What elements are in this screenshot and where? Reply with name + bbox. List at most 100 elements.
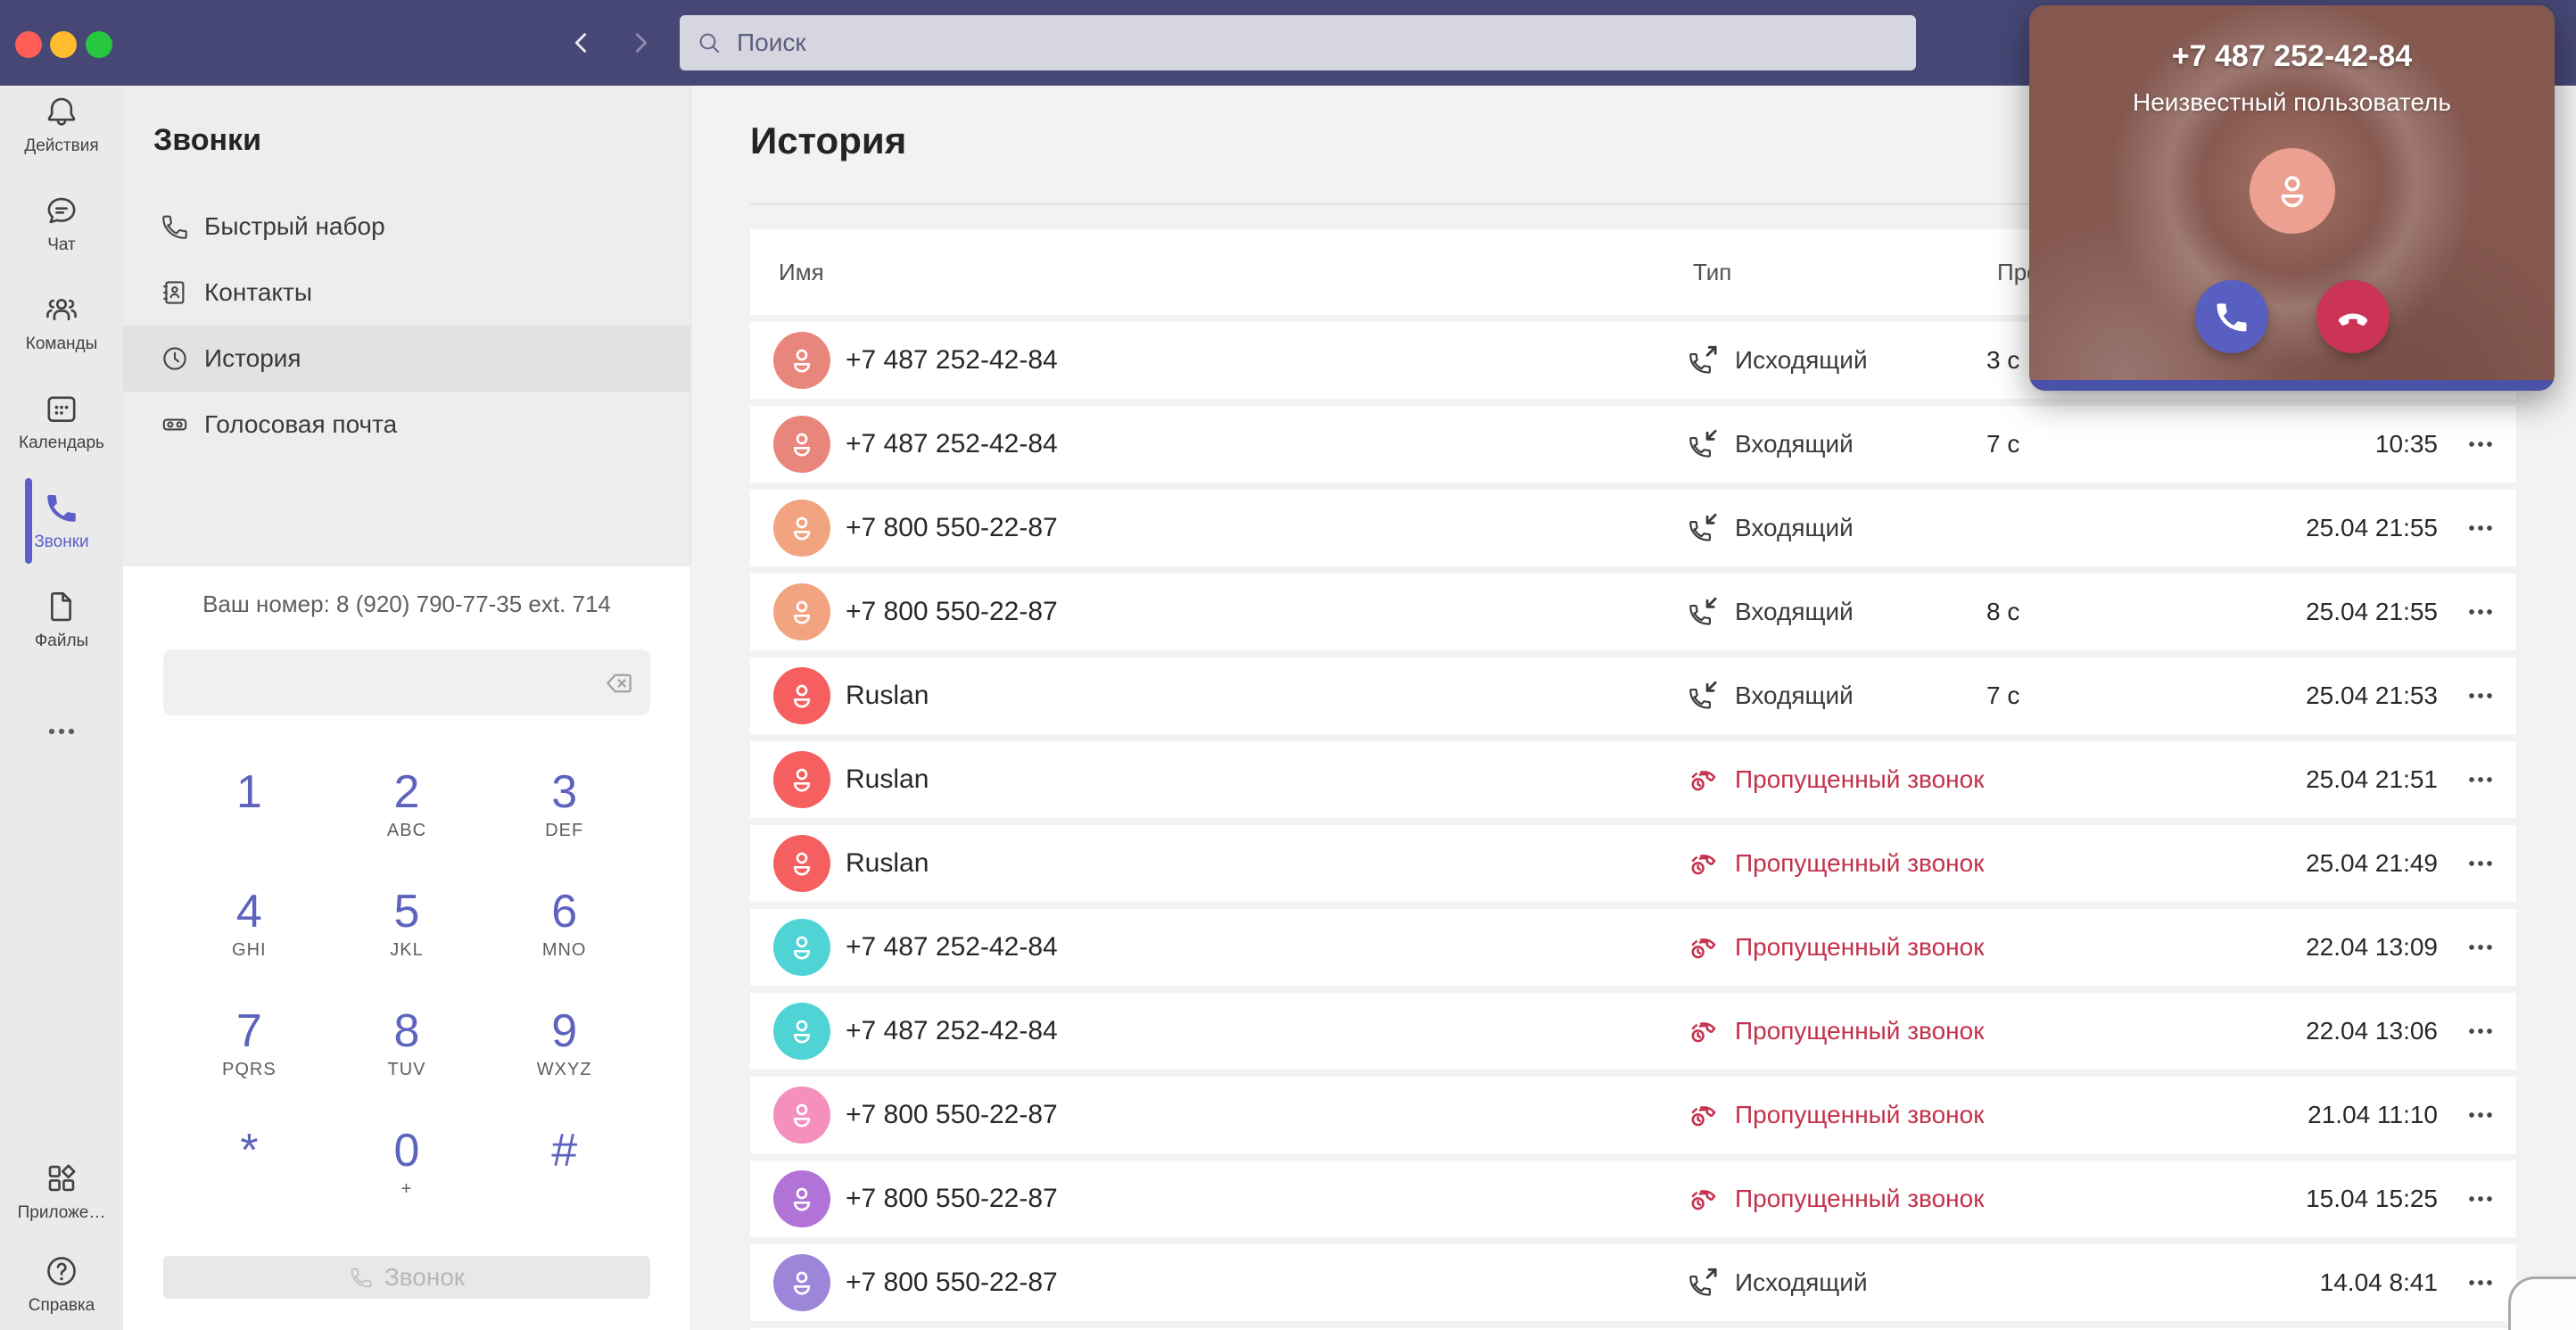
help-icon xyxy=(43,1252,80,1290)
row-name: Ruslan xyxy=(846,848,929,878)
sidebar-item-apps[interactable]: Приложе… xyxy=(0,1144,123,1237)
person-icon xyxy=(784,594,820,630)
history-row[interactable]: +7 800 550-22-87 Исходящий 14.04 8:41 xyxy=(750,1244,2516,1321)
search-input[interactable] xyxy=(735,28,1900,58)
incoming-call-number: +7 487 252-42-84 xyxy=(2171,39,2413,73)
history-row[interactable]: +7 800 550-22-87 Входящий 25.04 21:55 xyxy=(750,490,2516,566)
dial-number-field[interactable] xyxy=(163,649,650,717)
chat-icon xyxy=(43,192,80,229)
person-icon xyxy=(784,1265,820,1301)
dialpad-key-letters: DEF xyxy=(545,821,584,841)
dialpad-key-*[interactable]: * xyxy=(170,1125,328,1245)
search-bar[interactable] xyxy=(680,15,1916,70)
row-menu-button[interactable] xyxy=(2452,508,2509,548)
window-minimize-button[interactable] xyxy=(50,31,77,58)
dialpad-key-8[interactable]: 8 TUV xyxy=(328,1005,486,1126)
row-menu-button[interactable] xyxy=(2452,425,2509,464)
row-menu-button[interactable] xyxy=(2452,760,2509,799)
row-name: +7 800 550-22-87 xyxy=(846,1184,1058,1213)
history-row[interactable]: +7 800 550-22-87 Пропущенный звонок 15.04 … xyxy=(750,1161,2516,1237)
dialpad-key-7[interactable]: 7 PQRS xyxy=(170,1005,328,1126)
more-apps-button[interactable] xyxy=(0,705,123,758)
dialpad-key-letters: GHI xyxy=(232,940,267,961)
window-zoom-button[interactable] xyxy=(86,31,112,58)
accept-call-button[interactable] xyxy=(2194,280,2268,353)
row-call-type-label: Входящий xyxy=(1735,430,1854,458)
dialpad-key-letters: JKL xyxy=(390,940,424,961)
row-call-type-label: Входящий xyxy=(1735,514,1854,541)
dialpad-key-#[interactable]: # xyxy=(485,1125,643,1245)
dialpad-key-2[interactable]: 2 ABC xyxy=(328,766,486,887)
dialpad-key-9[interactable]: 9 WXYZ xyxy=(485,1005,643,1126)
dialpad-key-digit: 4 xyxy=(235,886,262,938)
row-menu-button[interactable] xyxy=(2452,1263,2509,1302)
calls-menu-item-label: История xyxy=(204,344,301,372)
decline-call-button[interactable] xyxy=(2316,280,2390,353)
history-row[interactable]: +7 800 550-22-87 Входящий 8 с 25.04 21:55 xyxy=(750,574,2516,650)
call-outgoing-icon xyxy=(1687,343,1721,377)
history-row[interactable]: Ruslan Пропущенный звонок 25.04 21:51 xyxy=(750,741,2516,818)
row-call-type-label: Пропущенный звонок xyxy=(1735,1101,1985,1128)
ellipsis-icon xyxy=(2463,1265,2498,1301)
phone-outline-icon xyxy=(160,211,190,242)
dialpad-key-letters: MNO xyxy=(541,940,587,961)
row-name: Ruslan xyxy=(846,764,929,794)
voicemail-icon xyxy=(160,409,190,440)
history-row[interactable]: Ruslan Входящий 7 с 25.04 21:53 xyxy=(750,657,2516,734)
dial-number-input[interactable] xyxy=(181,649,577,717)
sidebar-item-files[interactable]: Файлы xyxy=(0,570,123,669)
sidebar-item-activity[interactable]: Действия xyxy=(0,75,123,174)
row-menu-button[interactable] xyxy=(2452,676,2509,715)
calls-menu-item-contacts[interactable]: Контакты xyxy=(123,260,690,326)
history-row[interactable]: Ruslan Пропущенный звонок 25.04 21:49 xyxy=(750,825,2516,902)
dialpad-key-5[interactable]: 5 JKL xyxy=(328,886,486,1006)
call-button[interactable]: Звонок xyxy=(163,1256,650,1299)
row-duration: 3 с xyxy=(1986,346,2020,374)
dialpad-key-digit: 1 xyxy=(235,766,262,818)
dialpad-key-4[interactable]: 4 GHI xyxy=(170,886,328,1006)
history-row[interactable]: +7 487 252-42-84 Пропущенный звонок 22.04 … xyxy=(750,909,2516,986)
dialpad-key-6[interactable]: 6 MNO xyxy=(485,886,643,1006)
history-row[interactable]: +7 487 252-42-84 Входящий 7 с 10:35 xyxy=(750,406,2516,483)
back-button[interactable] xyxy=(560,21,603,64)
ellipsis-icon xyxy=(2463,510,2498,546)
row-call-type-label: Входящий xyxy=(1735,598,1854,625)
row-time: 25.04 21:49 xyxy=(2306,849,2438,877)
incoming-call-popup: +7 487 252-42-84 Неизвестный пользовател… xyxy=(2029,5,2555,391)
call-outgoing-icon xyxy=(1687,1266,1721,1300)
history-row[interactable]: +7 487 252-42-84 Пропущенный звонок 22.04 … xyxy=(750,993,2516,1070)
row-menu-button[interactable] xyxy=(2452,928,2509,967)
dialpad-key-0[interactable]: 0 + xyxy=(328,1125,486,1245)
sidebar-item-calls[interactable]: Звонки xyxy=(0,471,123,570)
history-row[interactable]: +7 800 550-22-87 Пропущенный звонок 21.04 … xyxy=(750,1077,2516,1153)
call-missed-icon xyxy=(1687,847,1721,880)
row-call-type-label: Входящий xyxy=(1735,682,1854,709)
row-menu-button[interactable] xyxy=(2452,1012,2509,1051)
row-menu-button[interactable] xyxy=(2452,1095,2509,1135)
calls-menu-item-voicemail[interactable]: Голосовая почта xyxy=(123,392,690,458)
window-close-button[interactable] xyxy=(15,31,42,58)
people-icon xyxy=(43,291,80,328)
sidebar-item-calendar[interactable]: Календарь xyxy=(0,372,123,471)
forward-button[interactable] xyxy=(619,21,662,64)
sidebar-item-label: Команды xyxy=(25,335,98,353)
dialpad-key-digit: 8 xyxy=(393,1005,420,1057)
row-menu-button[interactable] xyxy=(2452,592,2509,632)
sidebar-item-label: Файлы xyxy=(34,632,89,650)
sidebar-item-chat[interactable]: Чат xyxy=(0,174,123,273)
calendar-icon xyxy=(43,390,80,427)
backspace-button[interactable] xyxy=(602,665,638,701)
dialpad-key-digit: 2 xyxy=(393,766,420,818)
row-call-type: Пропущенный звонок xyxy=(1687,1182,1984,1216)
sidebar-item-help[interactable]: Справка xyxy=(0,1237,123,1330)
call-missed-icon xyxy=(1687,1098,1721,1132)
calls-menu-item-history[interactable]: История xyxy=(123,326,690,392)
ellipsis-icon xyxy=(2463,1097,2498,1133)
row-menu-button[interactable] xyxy=(2452,844,2509,883)
calls-menu-item-speed-dial[interactable]: Быстрый набор xyxy=(123,194,690,260)
dialpad-key-1[interactable]: 1 xyxy=(170,766,328,887)
row-name: +7 800 550-22-87 xyxy=(846,513,1058,542)
row-menu-button[interactable] xyxy=(2452,1179,2509,1218)
dialpad-key-3[interactable]: 3 DEF xyxy=(485,766,643,887)
sidebar-item-teams[interactable]: Команды xyxy=(0,273,123,372)
